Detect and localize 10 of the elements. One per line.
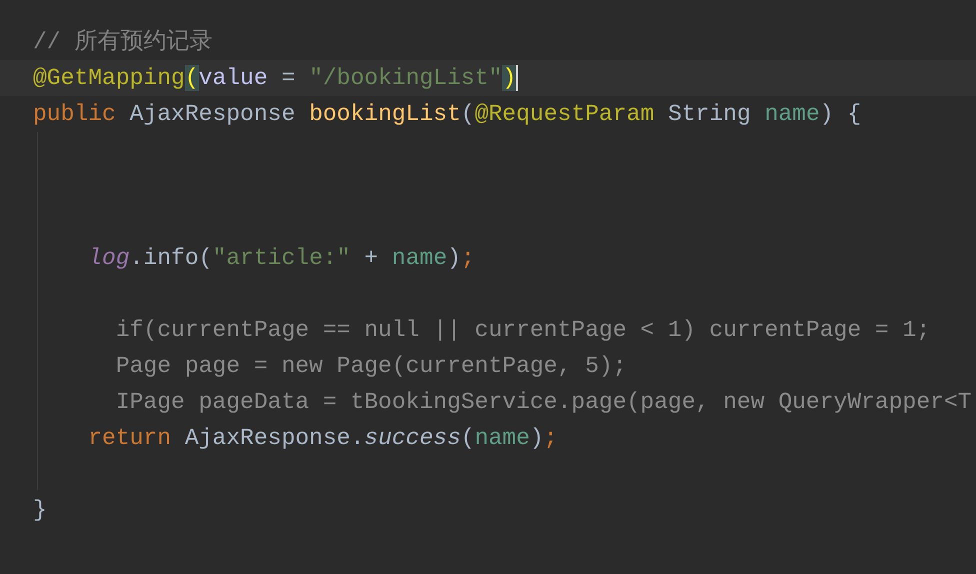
code-line: public AjaxResponse bookingList(@RequestParam String name) {	[33, 100, 862, 129]
code-line: @GetMapping(value = "/bookingList")	[33, 64, 516, 93]
code-line: IPage pageData = tBookingService.page(page, new QueryWrapper<T	[114, 388, 972, 417]
code-line: // 所有预约记录	[33, 28, 212, 57]
code-line: log.info("article:" + name);	[87, 244, 475, 273]
text-cursor	[516, 65, 518, 91]
code-line: Page page = new Page(currentPage, 5);	[114, 352, 626, 381]
code-line: if(currentPage == null || currentPage < 1) currentPage = 1;	[114, 316, 930, 345]
code-line: }	[33, 496, 47, 525]
code-line: return AjaxResponse.success(name);	[87, 424, 558, 453]
